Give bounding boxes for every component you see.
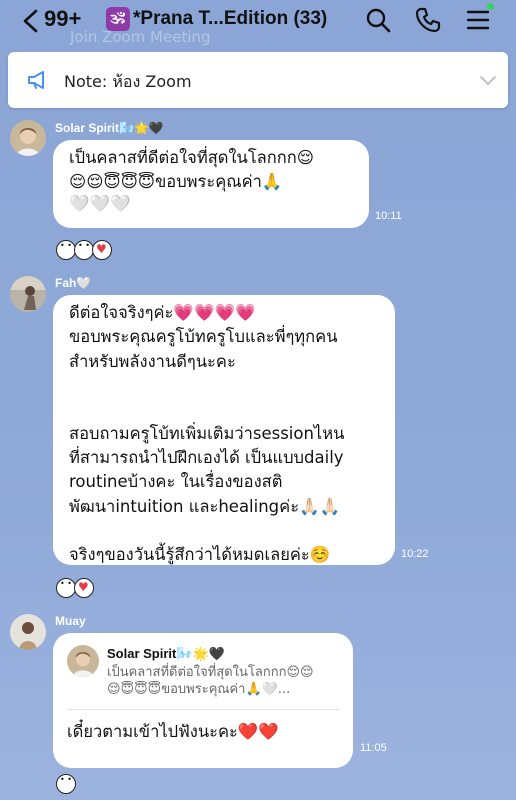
search-icon[interactable] [364,6,392,34]
heart-reaction-icon [92,240,112,260]
message-line: สำหรับพลังงานดีๆนะคะ [69,351,236,371]
sender-name: Muay [55,614,86,628]
message-time: 11:05 [360,742,387,754]
room-title[interactable]: 🕉 *Prana T...Edition (33) [106,7,346,31]
heart-reaction-icon [74,578,94,598]
message-line [69,398,379,422]
message-bubble[interactable]: เป็นคลาสที่ดีต่อใจที่สุดในโลกกก😌 😌😌😇😇😇ขอ… [53,140,369,228]
quoted-sender-name: Solar Spirit🌬️🌟🖤 [107,646,225,661]
pinned-note-bar[interactable]: Note: ห้อง Zoom [8,52,508,108]
unread-count[interactable]: 99+ [44,6,81,32]
message-line: routineบ้างคะ ในเรื่องของสติ [69,472,283,492]
face-reaction-icon [74,240,94,260]
quoted-text-line: เป็นคลาสที่ดีต่อใจที่สุดในโลกกก😌😌 [107,664,314,680]
quoted-message[interactable]: Solar Spirit🌬️🌟🖤 เป็นคลาสที่ดีต่อใจที่สุ… [67,645,339,710]
avatar[interactable] [10,120,46,156]
room-title-text: *Prana T...Edition (33) [133,8,328,29]
message-line: จริงๆของวันนี้รู้สึกว่าได้หมดเลยค่ะ☺️ [69,545,331,565]
avatar[interactable] [10,276,46,312]
message-time: 10:22 [401,548,429,560]
message-line: ขอบพระคุณครูโบ้ทครูโบและพี่ๆทุกคน [69,327,338,347]
message-line: 🤍🤍🤍 [69,193,131,213]
message-line [69,374,379,398]
message-time: 10:11 [375,210,402,222]
om-icon: 🕉 [106,7,130,31]
reaction-list[interactable] [56,578,94,598]
sender-name: Solar Spirit🌬️🌟🖤 [55,121,164,135]
face-reaction-icon [56,774,76,794]
quoted-avatar [67,645,99,677]
message-line: พัฒนาintuition และhealingค่ะ🙏🏻🙏🏻 [69,496,341,516]
reaction-list[interactable] [56,774,76,794]
face-reaction-icon [56,240,76,260]
chat-header: Join Zoom Meeting 99+ 🕉 *Prana T...Editi… [0,0,516,46]
online-status-dot [487,3,494,10]
message-line: 😌😌😇😇😇ขอบพระคุณค่า🙏 [69,171,283,191]
face-reaction-icon [56,578,76,598]
message-bubble[interactable]: ดีต่อใจจริงๆค่ะ💗💗💗💗 ขอบพระคุณครูโบ้ทครูโ… [53,295,395,565]
message-line: เป็นคลาสที่ดีต่อใจที่สุดในโลกกก😌 [69,148,314,167]
message-line: สอบถามครูโบ้ทเพิ่มเติมว่าsessionไหน [69,423,345,443]
phone-icon[interactable] [414,6,442,34]
message-line: ดีต่อใจจริงๆค่ะ💗💗💗💗 [69,303,256,322]
chevron-down-icon[interactable] [478,72,498,88]
avatar[interactable] [10,614,46,650]
reply-text: เดี๋ยวตามเข้าไปฟังนะคะ❤️❤️ [67,721,279,741]
quoted-text-line: 😌😇😇😇ขอบพระคุณค่า🙏🤍... [107,682,291,698]
megaphone-icon [28,71,44,89]
back-chevron-icon[interactable] [20,8,42,34]
sender-name: Fah🤍 [55,276,92,290]
reaction-list[interactable] [56,240,112,260]
reply-message-bubble[interactable]: Solar Spirit🌬️🌟🖤 เป็นคลาสที่ดีต่อใจที่สุ… [53,633,353,768]
message-line: ที่สามารถนำไปฝึกเองได้ เป็นแบบdaily [69,448,344,468]
message-line [69,519,379,543]
note-text: Note: ห้อง Zoom [64,72,192,91]
menu-icon[interactable] [464,6,492,34]
